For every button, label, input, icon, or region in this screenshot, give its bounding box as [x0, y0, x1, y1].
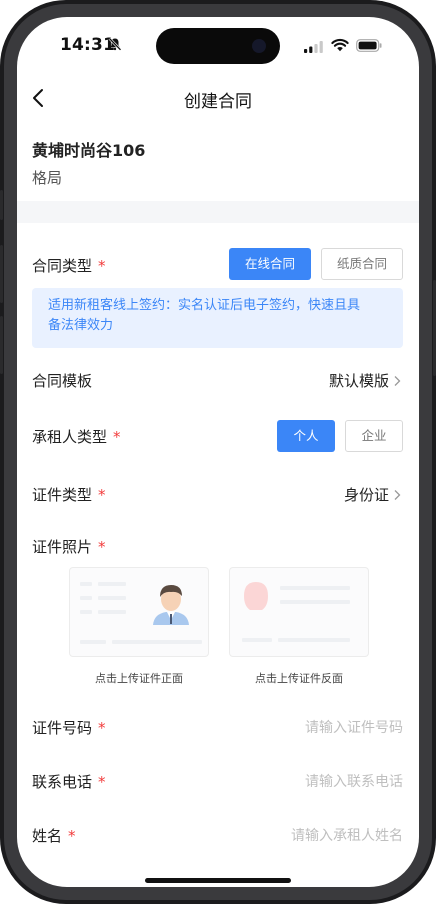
contract-type-notice: 适用新租客线上签约：实名认证后电子签约，快速且具 备法律效力: [32, 288, 403, 348]
status-time: 14:31: [60, 35, 116, 55]
person-avatar-icon: [153, 585, 189, 625]
required-mark: *: [98, 538, 106, 556]
id-photo-label-text: 证件照片: [32, 538, 93, 556]
bell-muted-icon: [108, 37, 122, 51]
contract-template-selector[interactable]: 默认模版: [329, 370, 401, 391]
battery-icon: [356, 39, 382, 52]
contract-type-label: 合同类型 *: [32, 255, 106, 276]
phone-label-text: 联系电话: [32, 773, 93, 791]
name-label-text: 姓名: [32, 827, 63, 845]
volume-up-button: [0, 245, 3, 303]
upload-front-caption: 点击上传证件正面: [95, 672, 183, 685]
action-button: [0, 190, 3, 220]
status-bar: 14:31: [17, 17, 419, 75]
required-mark: *: [98, 486, 106, 504]
contract-type-label-text: 合同类型: [32, 257, 93, 275]
notice-line-2: 备法律效力: [48, 318, 114, 333]
wifi-icon: [331, 38, 349, 52]
phone-screen: 14:31 创建合同 黄埔时尚谷106 格局 合同类型 * 在线合同 纸质合同 …: [17, 17, 419, 887]
required-mark: *: [68, 827, 76, 845]
contract-template-label: 合同模板: [32, 372, 93, 390]
required-mark: *: [98, 257, 106, 275]
upload-back-caption: 点击上传证件反面: [255, 672, 343, 685]
nav-bar: 创建合同: [17, 79, 419, 119]
required-mark: *: [98, 773, 106, 791]
id-type-selector[interactable]: 身份证: [344, 484, 401, 505]
chevron-right-icon: [394, 376, 401, 386]
id-type-value: 身份证: [343, 486, 389, 504]
contract-template-value: 默认模版: [328, 372, 389, 390]
property-layout: 格局: [32, 169, 63, 187]
tenant-individual-button[interactable]: 个人: [277, 420, 335, 452]
property-name: 黄埔时尚谷106: [32, 141, 146, 160]
phone-input[interactable]: 请输入联系电话: [305, 771, 403, 791]
chevron-right-icon: [394, 490, 401, 500]
id-type-label: 证件类型 *: [32, 484, 106, 505]
online-contract-button[interactable]: 在线合同: [229, 248, 311, 280]
notice-line-1: 适用新租客线上签约：实名认证后电子签约，快速且具: [48, 298, 361, 313]
camera-icon: [252, 39, 266, 53]
required-mark: *: [98, 719, 106, 737]
tenant-company-button[interactable]: 企业: [345, 420, 403, 452]
name-input[interactable]: 请输入承租人姓名: [291, 825, 403, 845]
id-number-label: 证件号码 *: [32, 717, 106, 738]
home-indicator: [145, 878, 291, 883]
id-number-label-text: 证件号码: [32, 719, 93, 737]
required-mark: *: [113, 428, 121, 446]
name-label: 姓名 *: [32, 825, 76, 846]
section-divider: [17, 201, 419, 223]
phone-label: 联系电话 *: [32, 771, 106, 792]
upload-id-back[interactable]: [229, 567, 369, 657]
cellular-signal-icon: [304, 41, 323, 53]
tenant-type-label-text: 承租人类型: [32, 428, 108, 446]
volume-down-button: [0, 316, 3, 374]
page-title: 创建合同: [184, 92, 252, 112]
id-photo-label: 证件照片 *: [32, 536, 106, 557]
id-number-input[interactable]: 请输入证件号码: [305, 717, 403, 737]
id-type-label-text: 证件类型: [32, 486, 93, 504]
paper-contract-button[interactable]: 纸质合同: [321, 248, 403, 280]
id-card-front-icon: [80, 582, 202, 644]
id-card-back-icon: [242, 582, 350, 642]
upload-id-front[interactable]: [69, 567, 209, 657]
tenant-type-label: 承租人类型 *: [32, 426, 121, 447]
dynamic-island: [156, 28, 280, 64]
